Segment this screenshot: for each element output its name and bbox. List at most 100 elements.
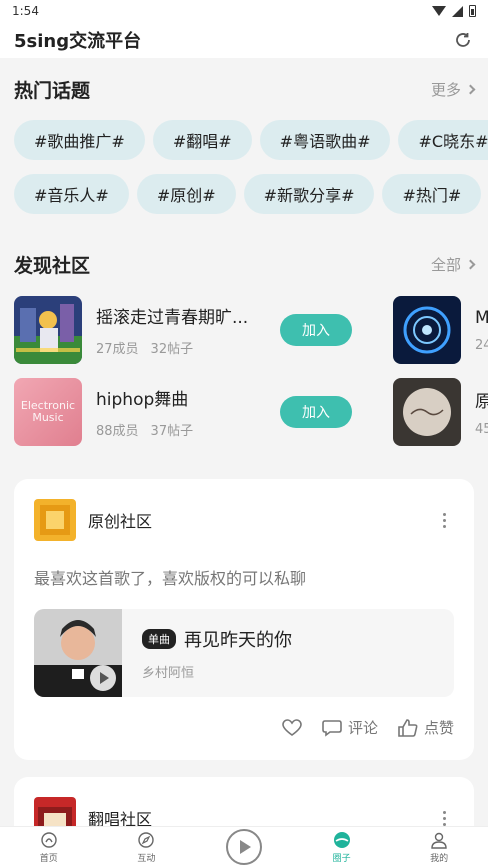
more-label: 更多 xyxy=(430,80,461,99)
nav-label: 圈子 xyxy=(332,854,351,864)
like-button[interactable]: 点赞 xyxy=(398,717,454,738)
song-info: 单曲 再见昨天的你 乡村阿恒 xyxy=(142,626,292,681)
comment-icon xyxy=(322,719,342,737)
topic-chip[interactable]: #粤语歌曲# xyxy=(259,120,391,160)
cover-text: Electronic Music xyxy=(20,398,76,424)
comment-button[interactable]: 评论 xyxy=(322,717,378,738)
thumbs-up-icon xyxy=(398,718,418,737)
topic-row-1: #歌曲推广# #翻唱# #粤语歌曲# #C晓东# xyxy=(14,120,488,160)
join-button[interactable]: 加入 xyxy=(280,314,352,346)
single-tag: 单曲 xyxy=(142,628,176,649)
community-info: hiphop舞曲 88成员 37帖子 xyxy=(96,385,266,439)
community-stats: 24 xyxy=(475,338,488,353)
nav-circle[interactable]: 圈子 xyxy=(312,831,372,864)
topic-chip[interactable]: #热门# xyxy=(382,174,482,214)
main-content: 热门话题 更多 #歌曲推广# #翻唱# #粤语歌曲# #C晓东# #音乐人# #… xyxy=(0,58,488,826)
nav-label: 首页 xyxy=(39,854,58,864)
member-count: 88成员 xyxy=(96,424,139,439)
play-icon[interactable] xyxy=(225,828,262,865)
nav-profile[interactable]: 我的 xyxy=(409,831,469,864)
discover-title: 发现社区 xyxy=(14,254,91,277)
topic-chip[interactable]: #原创# xyxy=(136,174,236,214)
community-cover xyxy=(393,378,461,446)
circle-icon xyxy=(333,832,350,848)
nav-label: 互动 xyxy=(137,854,156,864)
chevron-right-icon xyxy=(465,259,476,269)
community-info: 摇滚走过青春期旷... 27成员 32帖子 xyxy=(96,303,266,357)
battery-icon xyxy=(469,5,476,17)
comment-label: 评论 xyxy=(347,719,378,737)
discover-all-link[interactable]: 全部 xyxy=(430,254,476,275)
community-cover xyxy=(393,296,461,364)
song-card[interactable]: 单曲 再见昨天的你 乡村阿恒 xyxy=(34,609,454,697)
community-item-partial[interactable]: 原 45 xyxy=(393,378,488,446)
song-artist: 乡村阿恒 xyxy=(142,665,195,681)
app-bar: 5sing交流平台 xyxy=(0,22,488,58)
topic-chip[interactable]: #C晓东# xyxy=(398,120,488,160)
member-count: 27成员 xyxy=(96,342,139,357)
post-community-name[interactable]: 原创社区 xyxy=(88,508,435,532)
post-header: 原创社区 xyxy=(14,479,474,541)
post-count: 37帖子 xyxy=(150,424,194,439)
like-label: 点赞 xyxy=(423,719,454,737)
nav-home[interactable]: 首页 xyxy=(19,831,79,864)
hot-topics-title: 热门话题 xyxy=(14,79,91,102)
topic-row-2: #音乐人# #原创# #新歌分享# #热门# xyxy=(14,174,488,214)
refresh-icon[interactable] xyxy=(452,29,474,51)
app-title: 5sing交流平台 xyxy=(14,31,142,52)
community-info: M 24 xyxy=(475,308,488,353)
community-cover: Electronic Music xyxy=(14,378,82,446)
wifi-icon xyxy=(432,6,446,16)
nav-play[interactable] xyxy=(214,828,274,865)
community-name: hiphop舞曲 xyxy=(96,390,189,410)
post-actions: 评论 点赞 xyxy=(14,697,474,760)
post-header: 翻唱社区 xyxy=(14,777,474,826)
community-avatar[interactable] xyxy=(34,797,76,826)
chevron-right-icon xyxy=(465,84,476,94)
all-label: 全部 xyxy=(430,255,461,274)
song-title: 再见昨天的你 xyxy=(184,629,292,651)
signal-icon xyxy=(452,5,463,17)
topic-chip[interactable]: #翻唱# xyxy=(152,120,252,160)
discover-header: 发现社区 全部 xyxy=(14,249,476,279)
post-community-name[interactable]: 翻唱社区 xyxy=(88,806,435,826)
profile-icon xyxy=(431,832,447,849)
more-options-icon[interactable] xyxy=(435,807,454,827)
home-icon xyxy=(41,832,57,848)
heart-button[interactable] xyxy=(282,718,302,737)
community-stats: 45 xyxy=(475,422,488,437)
hot-topics-more-link[interactable]: 更多 xyxy=(430,79,476,100)
post-card[interactable]: 翻唱社区 xyxy=(14,777,474,826)
nav-interact[interactable]: 互动 xyxy=(116,831,176,864)
status-time: 1:54 xyxy=(12,4,39,18)
post-text: 最喜欢这首歌了，喜欢版权的可以私聊 xyxy=(34,569,307,588)
post-count: 32帖子 xyxy=(150,342,194,357)
community-cover xyxy=(14,296,82,364)
community-name: M xyxy=(475,308,488,328)
play-icon[interactable] xyxy=(90,665,116,691)
join-button[interactable]: 加入 xyxy=(280,396,352,428)
heart-icon xyxy=(282,718,302,736)
community-avatar[interactable] xyxy=(34,499,76,541)
community-info: 原 45 xyxy=(475,387,488,437)
topic-chip[interactable]: #新歌分享# xyxy=(243,174,375,214)
more-options-icon[interactable] xyxy=(435,509,454,532)
nav-label: 我的 xyxy=(430,854,449,864)
community-stats: 88成员 37帖子 xyxy=(96,420,266,439)
community-stats: 27成员 32帖子 xyxy=(96,338,266,357)
status-icons xyxy=(432,5,476,17)
status-bar: 1:54 xyxy=(0,0,488,22)
compass-icon xyxy=(138,832,155,848)
hot-topics-header: 热门话题 更多 xyxy=(14,74,476,104)
bottom-nav: 首页 互动 圈子 我的 xyxy=(0,826,488,868)
community-item[interactable]: 摇滚走过青春期旷... 27成员 32帖子 加入 xyxy=(14,296,352,364)
community-item[interactable]: Electronic Music hiphop舞曲 88成员 37帖子 加入 xyxy=(14,378,352,446)
topic-chip[interactable]: #音乐人# xyxy=(14,174,129,214)
topic-chip[interactable]: #歌曲推广# xyxy=(14,120,145,160)
member-count: 45 xyxy=(475,422,488,437)
song-cover xyxy=(34,609,122,697)
post-card[interactable]: 原创社区 最喜欢这首歌了，喜欢版权的可以私聊 单曲 再见昨天的你 乡村阿恒 评论… xyxy=(14,479,474,760)
community-name: 摇滚走过青春期旷... xyxy=(96,308,249,328)
member-count: 24 xyxy=(475,337,488,353)
community-item-partial[interactable]: M 24 xyxy=(393,296,488,364)
